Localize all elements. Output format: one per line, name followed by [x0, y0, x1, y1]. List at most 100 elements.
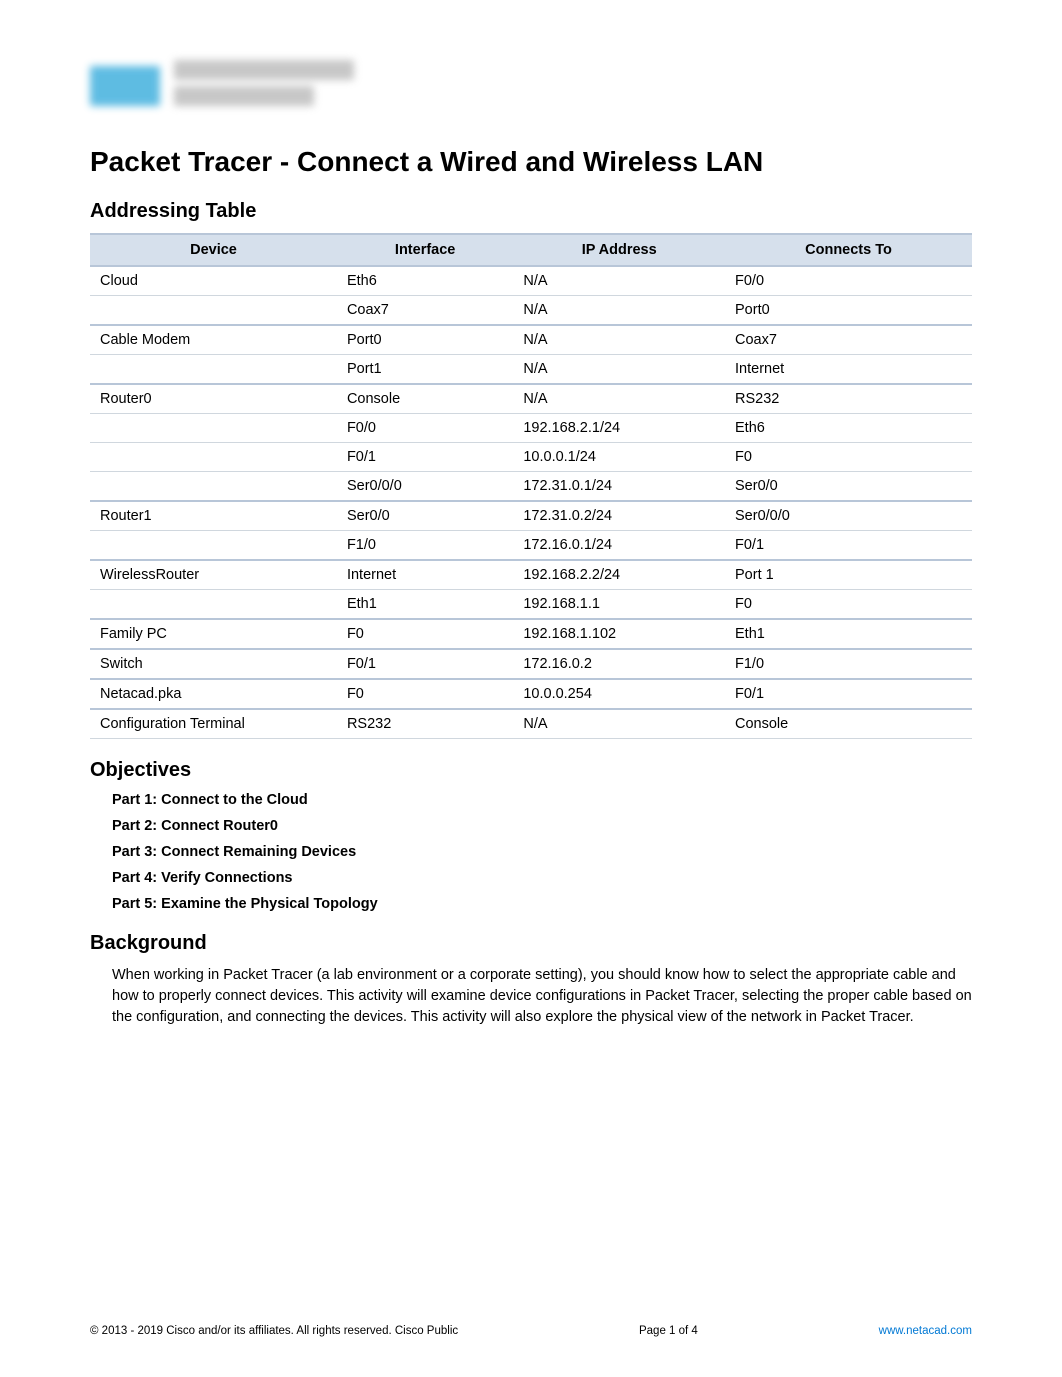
cell-ip: 192.168.2.2/24: [513, 560, 725, 590]
objective-item: Part 1: Connect to the Cloud: [112, 792, 972, 808]
cell-connects: Port 1: [725, 560, 972, 590]
cell-connects: F0: [725, 590, 972, 620]
col-device: Device: [90, 234, 337, 266]
cell-ip: 10.0.0.254: [513, 679, 725, 709]
cell-interface: F1/0: [337, 531, 513, 561]
cell-device: Switch: [90, 649, 337, 679]
page-title: Packet Tracer - Connect a Wired and Wire…: [90, 146, 972, 178]
cell-device: Family PC: [90, 619, 337, 649]
addressing-table: Device Interface IP Address Connects To …: [90, 233, 972, 739]
cell-connects: Eth6: [725, 414, 972, 443]
table-row: F0/0192.168.2.1/24Eth6: [90, 414, 972, 443]
cell-device: Netacad.pka: [90, 679, 337, 709]
cell-device: [90, 296, 337, 326]
cell-connects: Console: [725, 709, 972, 739]
cell-device: [90, 590, 337, 620]
cell-connects: Eth1: [725, 619, 972, 649]
cell-interface: F0: [337, 679, 513, 709]
table-row: Eth1192.168.1.1F0: [90, 590, 972, 620]
table-row: Configuration TerminalRS232N/AConsole: [90, 709, 972, 739]
cell-interface: Console: [337, 384, 513, 414]
table-row: SwitchF0/1172.16.0.2F1/0: [90, 649, 972, 679]
objective-item: Part 4: Verify Connections: [112, 870, 972, 886]
table-row: Family PCF0192.168.1.102Eth1: [90, 619, 972, 649]
col-ip: IP Address: [513, 234, 725, 266]
cell-connects: F0/1: [725, 531, 972, 561]
logo-text-line-2: [174, 86, 314, 106]
cell-device: Router0: [90, 384, 337, 414]
table-row: Port1N/AInternet: [90, 355, 972, 385]
cell-device: Cloud: [90, 266, 337, 296]
table-row: Ser0/0/0172.31.0.1/24Ser0/0: [90, 472, 972, 502]
table-row: F1/0172.16.0.1/24F0/1: [90, 531, 972, 561]
cell-ip: N/A: [513, 709, 725, 739]
cell-connects: F0/0: [725, 266, 972, 296]
footer-page: Page 1 of 4: [639, 1325, 698, 1337]
cell-interface: Eth6: [337, 266, 513, 296]
table-row: Router0ConsoleN/ARS232: [90, 384, 972, 414]
table-row: Cable ModemPort0N/ACoax7: [90, 325, 972, 355]
footer-url[interactable]: www.netacad.com: [879, 1325, 972, 1337]
cell-ip: N/A: [513, 296, 725, 326]
cell-device: [90, 472, 337, 502]
cell-ip: 192.168.1.1: [513, 590, 725, 620]
cell-interface: F0/0: [337, 414, 513, 443]
table-row: WirelessRouterInternet192.168.2.2/24Port…: [90, 560, 972, 590]
table-row: Netacad.pkaF010.0.0.254F0/1: [90, 679, 972, 709]
cell-connects: Port0: [725, 296, 972, 326]
cell-interface: Eth1: [337, 590, 513, 620]
objectives-list: Part 1: Connect to the Cloud Part 2: Conn…: [90, 792, 972, 912]
cell-ip: N/A: [513, 355, 725, 385]
cell-ip: 192.168.1.102: [513, 619, 725, 649]
cell-interface: RS232: [337, 709, 513, 739]
cell-connects: RS232: [725, 384, 972, 414]
objective-item: Part 2: Connect Router0: [112, 818, 972, 834]
cell-device: [90, 531, 337, 561]
cell-ip: N/A: [513, 266, 725, 296]
cell-device: Router1: [90, 501, 337, 531]
cell-device: WirelessRouter: [90, 560, 337, 590]
cell-connects: F0/1: [725, 679, 972, 709]
table-row: F0/110.0.0.1/24F0: [90, 443, 972, 472]
logo-block: [90, 60, 972, 112]
cell-device: [90, 355, 337, 385]
objective-item: Part 5: Examine the Physical Topology: [112, 896, 972, 912]
cell-connects: F0: [725, 443, 972, 472]
cell-ip: N/A: [513, 325, 725, 355]
cell-ip: 172.16.0.1/24: [513, 531, 725, 561]
table-row: CloudEth6N/AF0/0: [90, 266, 972, 296]
cell-ip: 172.16.0.2: [513, 649, 725, 679]
cell-device: [90, 414, 337, 443]
cell-connects: Ser0/0/0: [725, 501, 972, 531]
objectives-heading: Objectives: [90, 759, 972, 782]
cell-interface: Ser0/0: [337, 501, 513, 531]
cell-interface: F0/1: [337, 443, 513, 472]
cell-ip: N/A: [513, 384, 725, 414]
table-header-row: Device Interface IP Address Connects To: [90, 234, 972, 266]
background-heading: Background: [90, 932, 972, 955]
cell-device: Configuration Terminal: [90, 709, 337, 739]
objective-item: Part 3: Connect Remaining Devices: [112, 844, 972, 860]
cell-device: [90, 443, 337, 472]
cell-interface: Coax7: [337, 296, 513, 326]
table-row: Coax7N/APort0: [90, 296, 972, 326]
cell-connects: Ser0/0: [725, 472, 972, 502]
footer-copyright: © 2013 - 2019 Cisco and/or its affiliate…: [90, 1325, 458, 1337]
cell-interface: F0/1: [337, 649, 513, 679]
cell-connects: Coax7: [725, 325, 972, 355]
background-paragraph: When working in Packet Tracer (a lab env…: [90, 965, 972, 1028]
table-row: Router1Ser0/0172.31.0.2/24Ser0/0/0: [90, 501, 972, 531]
addressing-table-heading: Addressing Table: [90, 200, 972, 223]
col-interface: Interface: [337, 234, 513, 266]
cell-ip: 172.31.0.2/24: [513, 501, 725, 531]
cell-interface: Port0: [337, 325, 513, 355]
cell-device: Cable Modem: [90, 325, 337, 355]
page-footer: © 2013 - 2019 Cisco and/or its affiliate…: [90, 1325, 972, 1337]
cell-interface: F0: [337, 619, 513, 649]
col-connects: Connects To: [725, 234, 972, 266]
cell-ip: 172.31.0.1/24: [513, 472, 725, 502]
cell-ip: 10.0.0.1/24: [513, 443, 725, 472]
cisco-logo-icon: [90, 66, 160, 106]
cell-interface: Ser0/0/0: [337, 472, 513, 502]
cell-interface: Internet: [337, 560, 513, 590]
